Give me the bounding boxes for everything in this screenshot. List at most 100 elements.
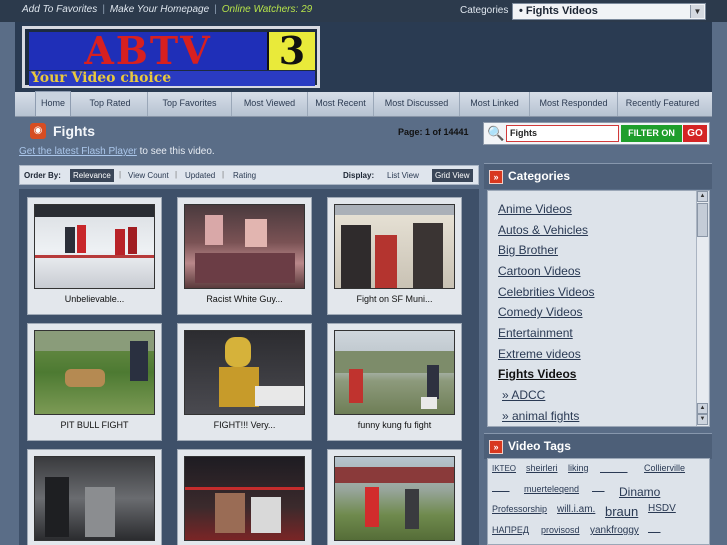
video-caption[interactable]: Unbelievable... <box>28 294 161 304</box>
scroll-thumb[interactable] <box>697 203 708 237</box>
video-caption[interactable]: PIT BULL FIGHT <box>28 420 161 430</box>
category-link-selected[interactable]: Fights Videos <box>498 367 576 381</box>
video-thumbnail[interactable] <box>34 330 155 415</box>
video-thumbnail[interactable] <box>184 204 305 289</box>
video-card[interactable]: Fight on SF Muni... <box>327 197 462 315</box>
category-link[interactable]: Celebrities Videos <box>498 285 595 299</box>
tag-link[interactable]: muerteleqend <box>524 484 579 494</box>
tag-link[interactable]: Collierville <box>644 463 685 473</box>
order-bar: Order By: Relevance | View Count | Updat… <box>19 165 479 185</box>
video-thumbnail[interactable] <box>184 330 305 415</box>
rss-icon[interactable]: ◉ <box>30 123 46 139</box>
order-by-label: Order By: <box>24 171 61 180</box>
order-rating[interactable]: Rating <box>230 169 259 182</box>
logo-main-text: ABTV <box>29 32 267 70</box>
tag-link[interactable]: yankfroggy <box>590 525 639 536</box>
categories-select[interactable]: • Fights Videos ▼ <box>512 3 706 20</box>
video-thumbnail[interactable] <box>34 456 155 541</box>
order-updated[interactable]: Updated <box>182 169 218 182</box>
category-link[interactable]: Entertainment <box>498 326 573 340</box>
search-input[interactable]: Fights <box>506 125 619 142</box>
video-card[interactable]: Racist White Guy... <box>177 197 312 315</box>
top-bar: Add To Favorites | Make Your Homepage | Onli… <box>0 0 727 22</box>
dropdown-arrow-icon[interactable]: ▼ <box>690 5 704 18</box>
video-card[interactable]: funny kung fu fight <box>327 323 462 441</box>
categories-list: Anime Videos Autos & Vehicles Big Brothe… <box>487 190 710 427</box>
tag-link[interactable]: Dinamo <box>619 485 660 499</box>
video-caption[interactable]: funny kung fu fight <box>328 420 461 430</box>
flash-player-notice: Get the latest Flash Player to see this … <box>19 146 215 157</box>
subcategory-link[interactable]: » ADCC <box>502 388 545 402</box>
tag-link[interactable]: provisosd <box>541 525 580 535</box>
tag-link[interactable] <box>648 523 661 533</box>
display-label: Display: <box>343 171 375 180</box>
tag-link[interactable] <box>600 463 628 473</box>
video-thumbnail[interactable] <box>184 456 305 541</box>
nav-most-linked[interactable]: Most Linked <box>459 92 529 116</box>
order-relevance[interactable]: Relevance <box>70 169 114 182</box>
video-thumbnail[interactable] <box>334 456 455 541</box>
site-logo[interactable]: ABTV 3 Your Video choice <box>22 26 320 88</box>
video-grid: Unbelievable... Racist White Guy... Figh… <box>19 189 479 545</box>
categories-select-value: • Fights Videos <box>519 5 598 17</box>
video-caption[interactable]: Racist White Guy... <box>178 294 311 304</box>
category-link[interactable]: Big Brother <box>498 243 558 257</box>
category-link[interactable]: Anime Videos <box>498 202 572 216</box>
tag-link[interactable]: HSDV <box>648 503 676 514</box>
filter-on-button[interactable]: FILTER ON <box>621 125 682 142</box>
page-count: Page: 1 of 14441 <box>398 127 469 137</box>
display-list-view[interactable]: List View <box>384 169 422 182</box>
video-thumbnail[interactable] <box>334 330 455 415</box>
video-caption[interactable]: FIGHT!!! Very... <box>178 420 311 430</box>
video-card[interactable]: FIGHT!!! Very... <box>177 323 312 441</box>
nav-recently-featured[interactable]: Recently Featured <box>617 92 707 116</box>
video-thumbnail[interactable] <box>334 204 455 289</box>
tag-link[interactable]: liking <box>568 463 589 473</box>
category-link[interactable]: Extreme videos <box>498 347 581 361</box>
tag-link[interactable] <box>592 482 605 492</box>
go-button[interactable]: GO <box>683 125 707 142</box>
nav-most-viewed[interactable]: Most Viewed <box>231 92 307 116</box>
double-arrow-icon: » <box>489 440 503 454</box>
nav-most-discussed[interactable]: Most Discussed <box>373 92 459 116</box>
subcategory-link[interactable]: » animal fights <box>502 409 579 423</box>
category-link[interactable]: Cartoon Videos <box>498 264 581 278</box>
category-link[interactable]: Autos & Vehicles <box>498 223 588 237</box>
display-grid-view[interactable]: Grid View <box>432 169 473 182</box>
categories-panel-header: » Categories <box>484 163 712 189</box>
video-card[interactable] <box>327 449 462 545</box>
order-view-count[interactable]: View Count <box>125 169 172 182</box>
online-watchers: Online Watchers: 29 <box>221 4 313 15</box>
main-nav: Home Top Rated Top Favorites Most Viewed… <box>15 91 712 117</box>
category-link[interactable]: Comedy Videos <box>498 305 583 319</box>
tag-link[interactable]: Professorship <box>492 504 547 514</box>
nav-most-recent[interactable]: Most Recent <box>307 92 373 116</box>
make-homepage-link[interactable]: Make Your Homepage <box>110 4 209 15</box>
scroll-up-icon[interactable]: ▲ <box>697 403 708 414</box>
video-caption[interactable]: Fight on SF Muni... <box>328 294 461 304</box>
scroll-down-icon[interactable]: ▼ <box>697 414 708 425</box>
nav-top-rated[interactable]: Top Rated <box>73 92 147 116</box>
flash-player-link[interactable]: Get the latest Flash Player <box>19 146 137 157</box>
tag-link[interactable]: НАПРЕД <box>492 525 529 535</box>
page-title: Fights <box>53 123 95 139</box>
nav-top-favorites[interactable]: Top Favorites <box>147 92 231 116</box>
nav-most-responded[interactable]: Most Responded <box>529 92 617 116</box>
scroll-up-icon[interactable]: ▲ <box>697 191 708 202</box>
tag-link[interactable]: will.i.am. <box>557 504 595 515</box>
video-card[interactable]: PIT BULL FIGHT <box>27 323 162 441</box>
tag-link[interactable] <box>492 482 510 492</box>
video-card[interactable] <box>177 449 312 545</box>
video-card[interactable]: Unbelievable... <box>27 197 162 315</box>
add-favorites-link[interactable]: Add To Favorites <box>22 4 97 15</box>
tag-link[interactable]: sheirleri <box>526 463 558 473</box>
tag-link[interactable]: braun <box>605 504 638 519</box>
tag-link[interactable]: IKTEO <box>492 464 516 473</box>
tag-cloud: IKTEO sheirleri liking Collierville muer… <box>487 458 710 545</box>
tags-panel-header: » Video Tags <box>484 433 712 459</box>
nav-home[interactable]: Home <box>35 91 71 116</box>
video-card[interactable] <box>27 449 162 545</box>
logo-tagline: Your Video choice <box>29 71 315 86</box>
video-thumbnail[interactable] <box>34 204 155 289</box>
categories-scrollbar[interactable]: ▲ ▲ ▼ <box>696 191 708 426</box>
